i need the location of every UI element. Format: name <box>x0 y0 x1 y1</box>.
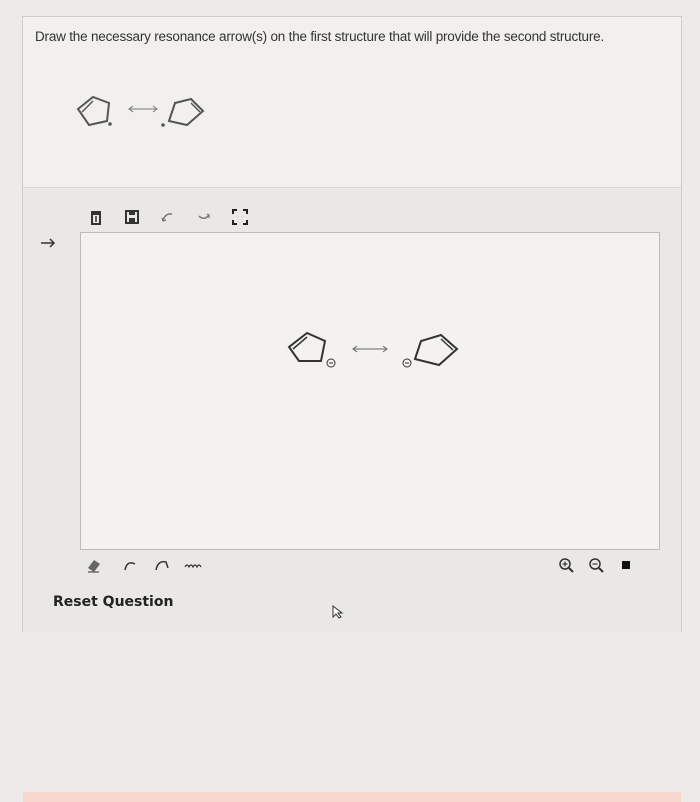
prompt-resonance-structures <box>76 95 205 127</box>
trash-icon[interactable] <box>85 206 107 228</box>
question-text: Draw the necessary resonance arrow(s) on… <box>35 29 605 44</box>
drawing-canvas[interactable] <box>80 232 660 550</box>
bottom-toolbar <box>85 554 645 578</box>
color-square-icon[interactable] <box>615 554 637 576</box>
zoom-in-icon[interactable] <box>555 554 577 576</box>
drawing-editor: Reset Question <box>23 187 681 802</box>
eraser-icon[interactable] <box>83 554 105 576</box>
reset-question-button[interactable]: Reset Question <box>53 594 173 610</box>
question-panel: Draw the necessary resonance arrow(s) on… <box>22 16 682 802</box>
wavy-bond-icon[interactable] <box>183 554 205 576</box>
bottom-strip <box>23 792 681 802</box>
fullscreen-icon[interactable] <box>229 206 251 228</box>
double-electron-arrow-icon[interactable] <box>151 554 173 576</box>
zoom-out-icon[interactable] <box>585 554 607 576</box>
curved-arrow-left-icon[interactable] <box>157 206 179 228</box>
canvas-resonance-structures <box>287 331 459 368</box>
prompt-area: Draw the necessary resonance arrow(s) on… <box>23 17 681 187</box>
curved-arrow-right-icon[interactable] <box>193 206 215 228</box>
mouse-cursor-icon <box>332 604 344 619</box>
save-icon[interactable] <box>121 206 143 228</box>
single-electron-arrow-icon[interactable] <box>119 554 141 576</box>
arrow-tool-icon[interactable] <box>37 232 59 254</box>
